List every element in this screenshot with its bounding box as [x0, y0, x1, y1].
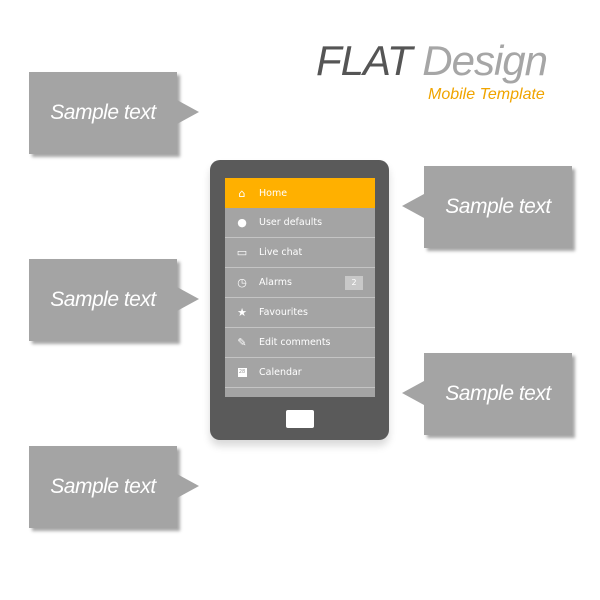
menu-item-alarms[interactable]: ◷ Alarms 2	[225, 268, 375, 298]
callout-pointer	[177, 100, 199, 124]
callout-pointer	[177, 474, 199, 498]
alarms-count-badge: 2	[345, 276, 363, 290]
title-design: Design	[422, 37, 548, 84]
phone-home-button[interactable]	[286, 410, 314, 428]
page-title: FLAT Design	[316, 37, 548, 84]
callout-box: Sample text	[402, 166, 572, 248]
callout-box: Sample text	[29, 446, 199, 528]
callout-text: Sample text	[445, 382, 551, 405]
callout-text: Sample text	[50, 475, 156, 498]
menu-item-user-defaults[interactable]: ● User defaults	[225, 208, 375, 238]
phone-screen-menu: ⌂ Home ● User defaults ▭ Live chat ◷ Ala…	[225, 178, 375, 397]
chat-icon: ▭	[236, 246, 248, 259]
menu-item-label: User defaults	[259, 217, 323, 228]
callout-pointer	[402, 381, 424, 405]
menu-item-label: Live chat	[259, 247, 303, 258]
menu-item-home[interactable]: ⌂ Home	[225, 178, 375, 208]
callout-pointer	[177, 287, 199, 311]
menu-item-favourites[interactable]: ★ Favourites	[225, 298, 375, 328]
menu-item-live-chat[interactable]: ▭ Live chat	[225, 238, 375, 268]
menu-item-label: Alarms	[259, 277, 292, 288]
home-icon: ⌂	[238, 186, 246, 200]
menu-item-label: Calendar	[259, 367, 302, 378]
calendar-icon: 28	[237, 368, 247, 377]
menu-item-label: Home	[259, 187, 288, 199]
callout-text: Sample text	[50, 101, 156, 124]
menu-item-label: Edit comments	[259, 337, 331, 348]
callout-text: Sample text	[445, 195, 551, 218]
callout-pointer	[402, 194, 424, 218]
menu-item-label: Favourites	[259, 307, 308, 318]
menu-item-edit-comments[interactable]: ✎ Edit comments	[225, 328, 375, 358]
menu-item-calendar[interactable]: 28 Calendar	[225, 358, 375, 388]
star-icon: ★	[237, 306, 247, 319]
callout-box: Sample text	[29, 259, 199, 341]
phone-mockup: ⌂ Home ● User defaults ▭ Live chat ◷ Ala…	[210, 160, 389, 440]
pencil-icon: ✎	[237, 336, 247, 349]
user-icon: ●	[237, 216, 247, 229]
callout-box: Sample text	[402, 353, 572, 435]
callout-text: Sample text	[50, 288, 156, 311]
page-subtitle: Mobile Template	[428, 86, 545, 103]
clock-icon: ◷	[237, 276, 247, 289]
callout-box: Sample text	[29, 72, 199, 154]
title-flat: FLAT	[316, 37, 413, 84]
